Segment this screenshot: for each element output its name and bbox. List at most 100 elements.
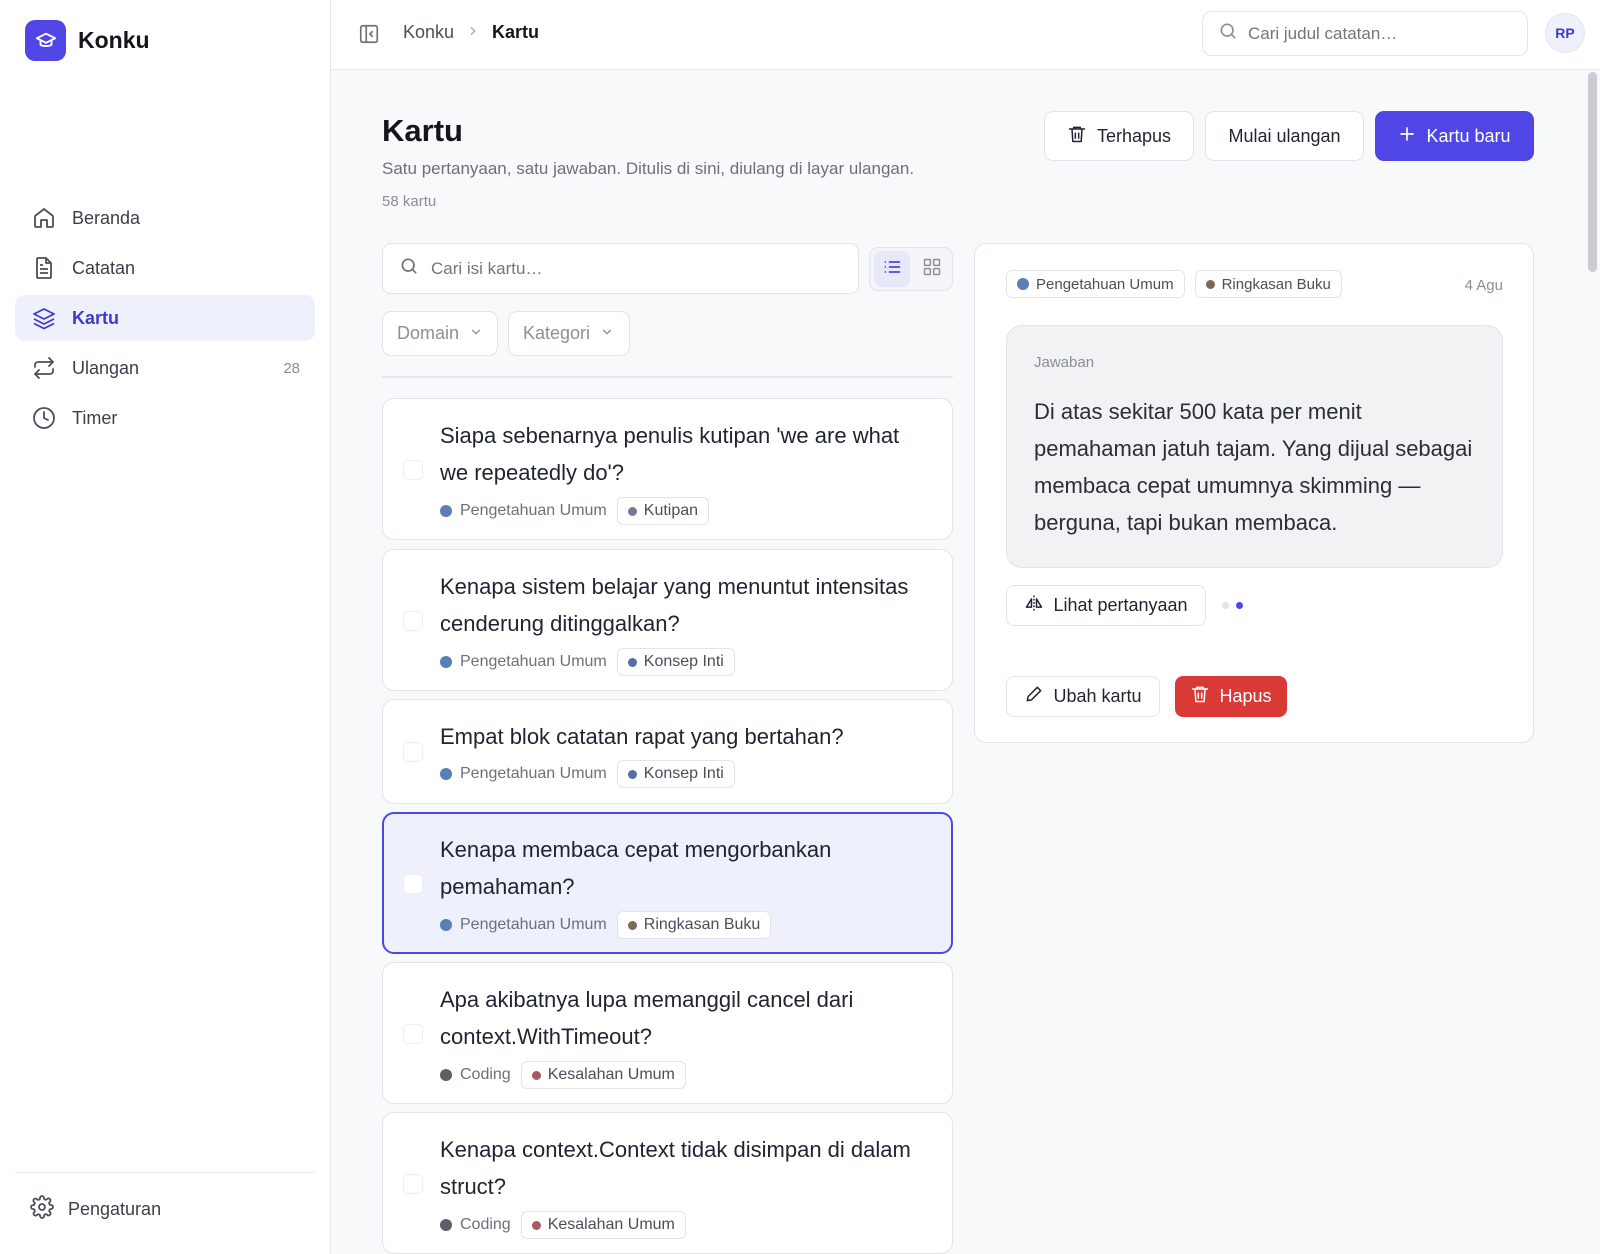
category-dot (627, 769, 637, 779)
domain-dot (1017, 278, 1029, 290)
note-search-input[interactable] (1248, 23, 1508, 44)
card-meta: Pengetahuan Umum Kutipan (440, 497, 710, 525)
page-title: Kartu (382, 113, 463, 148)
chevron-right-icon (466, 22, 480, 43)
sidebar-toggle-icon[interactable] (358, 23, 380, 45)
edit-card-label: Ubah kartu (1053, 686, 1142, 706)
sidebar-item-catatan[interactable]: Catatan (15, 245, 315, 291)
category-tag: Kutipan (616, 497, 710, 525)
domain-label: Pengetahuan Umum (440, 916, 607, 934)
domain-label: Coding (440, 1066, 511, 1084)
card-item-selected[interactable]: Kenapa membaca cepat mengorbankan pemaha… (382, 812, 953, 954)
scrollbar[interactable] (1588, 72, 1597, 272)
domain-label: Pengetahuan Umum (440, 653, 607, 671)
sidebar-item-kartu[interactable]: Kartu (15, 295, 315, 341)
sidebar-item-timer[interactable]: Timer (15, 395, 315, 441)
detail-domain-tag: Pengetahuan Umum (1006, 270, 1185, 298)
card-item[interactable]: Empat blok catatan rapat yang bertahan? … (382, 699, 953, 804)
domain-text: Pengetahuan Umum (1036, 275, 1174, 293)
flip-to-question-button[interactable]: Lihat pertanyaan (1006, 585, 1206, 626)
view-toggle (869, 247, 953, 291)
card-meta: Pengetahuan Umum Ringkasan Buku (440, 911, 772, 939)
avatar[interactable]: RP (1545, 13, 1585, 53)
card-question: Empat blok catatan rapat yang bertahan? (440, 724, 844, 749)
flip-label: Lihat pertanyaan (1053, 595, 1188, 615)
new-card-button[interactable]: Kartu baru (1375, 111, 1534, 161)
card-item[interactable]: Siapa sebenarnya penulis kutipan 'we are… (382, 398, 953, 540)
card-search (382, 243, 859, 294)
breadcrumb-root[interactable]: Konku (403, 22, 454, 43)
domain-dot (440, 919, 452, 931)
category-dot (531, 1070, 541, 1080)
face-dot-question (1222, 602, 1229, 609)
trash-button[interactable]: Terhapus (1044, 111, 1194, 161)
sidebar-item-beranda[interactable]: Beranda (15, 195, 315, 241)
domain-text: Pengetahuan Umum (460, 653, 607, 670)
answer-label: Jawaban (1034, 354, 1095, 371)
card-checkbox[interactable] (403, 874, 423, 894)
answer-text: Di atas sekitar 500 kata per menit pemah… (1034, 399, 1473, 535)
card-meta: Coding Kesalahan Umum (440, 1211, 686, 1239)
card-checkbox[interactable] (403, 742, 423, 762)
domain-label: Coding (440, 1216, 511, 1234)
domain-text: Pengetahuan Umum (460, 916, 607, 933)
sidebar-item-label: Beranda (72, 207, 141, 228)
topbar: Konku Kartu RP (331, 0, 1600, 70)
answer-face[interactable]: Jawaban Di atas sekitar 500 kata per men… (1006, 325, 1503, 568)
domain-filter[interactable]: Domain (382, 311, 498, 356)
repeat-icon (30, 354, 58, 382)
domain-label: Pengetahuan Umum (440, 765, 607, 783)
app-name: Konku (78, 27, 150, 53)
card-checkbox[interactable] (403, 460, 423, 480)
grid-view-button[interactable] (914, 251, 950, 287)
page-subtitle: Satu pertanyaan, satu jawaban. Ditulis d… (382, 159, 915, 178)
clock-icon (30, 404, 58, 432)
layers-icon (30, 304, 58, 332)
category-dot (1205, 279, 1215, 289)
card-checkbox[interactable] (403, 611, 423, 631)
category-text: Ringkasan Buku (643, 916, 761, 933)
document-icon (30, 254, 58, 282)
start-review-button[interactable]: Mulai ulangan (1205, 111, 1364, 161)
list-view-button[interactable] (874, 251, 910, 287)
pencil-icon (1024, 684, 1044, 709)
graduation-cap-icon (25, 20, 66, 61)
card-meta: Pengetahuan Umum Konsep Inti (440, 760, 735, 788)
brand[interactable]: Konku (25, 20, 150, 61)
category-tag: Kesalahan Umum (520, 1211, 686, 1239)
card-meta: Coding Kesalahan Umum (440, 1061, 686, 1089)
card-question: Apa akibatnya lupa memanggil cancel dari… (440, 987, 854, 1049)
list-icon (882, 257, 902, 282)
domain-label: Pengetahuan Umum (440, 502, 607, 520)
face-indicator (1222, 602, 1243, 609)
category-tag: Ringkasan Buku (616, 911, 772, 939)
home-icon (30, 204, 58, 232)
domain-filter-label: Domain (397, 323, 460, 343)
card-item[interactable]: Kenapa sistem belajar yang menuntut inte… (382, 549, 953, 691)
category-dot (627, 657, 637, 667)
card-item[interactable]: Apa akibatnya lupa memanggil cancel dari… (382, 962, 953, 1104)
delete-card-button[interactable]: Hapus (1175, 676, 1287, 717)
card-checkbox[interactable] (403, 1174, 423, 1194)
card-checkbox[interactable] (403, 1024, 423, 1044)
card-question: Kenapa sistem belajar yang menuntut inte… (440, 574, 909, 636)
category-text: Konsep Inti (643, 653, 724, 670)
category-filter[interactable]: Kategori (508, 311, 630, 356)
trash-icon (1067, 124, 1087, 149)
search-icon (1218, 21, 1238, 46)
trash-button-label: Terhapus (1096, 125, 1172, 146)
card-count: 58 kartu (382, 193, 437, 210)
detail-tags: Pengetahuan Umum Ringkasan Buku (1006, 270, 1342, 298)
category-text: Kesalahan Umum (547, 1066, 675, 1083)
card-search-input[interactable] (431, 258, 831, 279)
category-text: Kutipan (643, 502, 699, 519)
sidebar-item-ulangan[interactable]: Ulangan 28 (15, 345, 315, 391)
category-text: Konsep Inti (643, 765, 724, 782)
settings-link[interactable]: Pengaturan (30, 1195, 161, 1224)
category-tag: Kesalahan Umum (520, 1061, 686, 1089)
gear-icon (30, 1195, 54, 1224)
edit-card-button[interactable]: Ubah kartu (1006, 676, 1160, 717)
category-filter-label: Kategori (523, 323, 591, 343)
card-item[interactable]: Kenapa context.Context tidak disimpan di… (382, 1112, 953, 1254)
list-divider (382, 376, 953, 378)
